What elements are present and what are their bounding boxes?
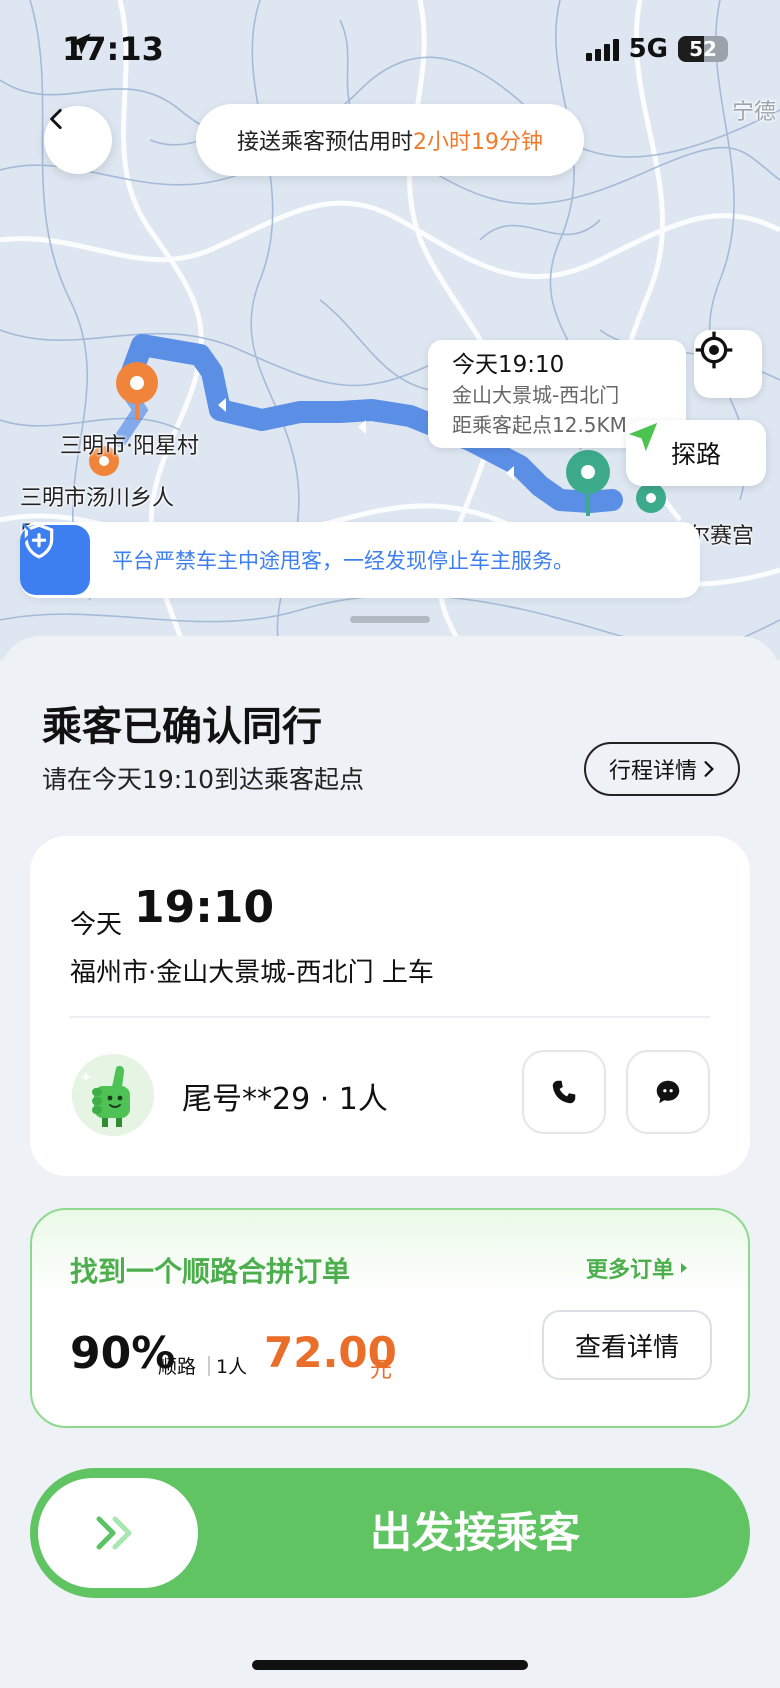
back-button[interactable] bbox=[44, 106, 112, 174]
more-orders-link[interactable]: 更多订单 bbox=[586, 1252, 688, 1284]
page-title: 乘客已确认同行 bbox=[42, 704, 322, 750]
match-label: 顺路 bbox=[158, 1356, 197, 1378]
origin-pin-icon bbox=[116, 362, 158, 420]
trip-details-label: 行程详情 bbox=[608, 759, 697, 784]
carpool-people: 1人 bbox=[216, 1356, 248, 1378]
trip-details-button[interactable]: 行程详情 bbox=[584, 742, 740, 796]
explore-route-button[interactable]: 探路 bbox=[626, 420, 766, 486]
chevron-left-icon bbox=[50, 108, 62, 130]
carpool-title: 找到一个顺路合拼订单 bbox=[70, 1255, 351, 1288]
chevron-right-icon bbox=[22, 523, 35, 543]
network-type: 5G bbox=[628, 34, 668, 64]
pickup-location: 福州市·金山大景城-西北门 上车 bbox=[70, 958, 434, 988]
safety-notice-banner[interactable]: 平台严禁车主中途甩客，一经发现停止车主服务。 bbox=[20, 522, 700, 598]
chat-bubble-icon bbox=[656, 1080, 680, 1104]
thumbs-up-mascot-icon bbox=[72, 1054, 154, 1136]
cellular-signal-icon bbox=[585, 37, 619, 61]
crosshair-icon bbox=[695, 331, 733, 369]
map-label-ningde: 宁德 bbox=[732, 100, 777, 125]
call-button[interactable] bbox=[522, 1050, 606, 1134]
callout-place: 金山大景城-西北门 bbox=[452, 383, 620, 407]
explore-label: 探路 bbox=[670, 440, 721, 469]
caret-right-icon bbox=[681, 1263, 687, 1273]
battery-level: 52 bbox=[689, 37, 717, 61]
passenger-avatar bbox=[72, 1054, 154, 1136]
locate-button[interactable] bbox=[694, 330, 762, 398]
phone-icon bbox=[552, 1080, 576, 1104]
arrival-instruction: 请在今天19:10到达乘客起点 bbox=[42, 765, 365, 794]
eta-prefix: 接送乘客预估用时 bbox=[236, 130, 413, 155]
trip-card: 今天 19:10 福州市·金山大景城-西北门 上车 尾号**29 · 1人 bbox=[30, 836, 750, 1176]
trip-sheet: 乘客已确认同行 请在今天19:10到达乘客起点 行程详情 今天 19:10 福州… bbox=[0, 636, 780, 1688]
eta-pill: 接送乘客预估用时 2小时19分钟 bbox=[196, 104, 584, 176]
notice-text: 平台严禁车主中途甩客，一经发现停止车主服务。 bbox=[112, 549, 574, 573]
pickup-time: 19:10 bbox=[134, 882, 275, 933]
map-label-tangchuan: 三明市汤川乡人 bbox=[20, 486, 175, 511]
home-indicator[interactable] bbox=[252, 1660, 528, 1670]
map-view[interactable]: 三明市·阳星村 三明市汤川乡人 民政 尔赛宫 宁德 17:13 5G 52 接送… bbox=[0, 0, 780, 660]
map-label-yangxing: 三明市·阳星村 bbox=[60, 434, 199, 459]
callout-time: 今天19:10 bbox=[452, 352, 565, 378]
status-time: 17:13 bbox=[62, 30, 164, 68]
depart-slider[interactable]: 出发接乘客 bbox=[30, 1468, 750, 1598]
status-indicators: 5G 52 bbox=[585, 34, 728, 64]
passenger-info: 尾号**29 · 1人 bbox=[182, 1082, 388, 1117]
sheet-drag-handle[interactable] bbox=[350, 616, 430, 623]
eta-value: 2小时19分钟 bbox=[413, 130, 543, 155]
slider-knob[interactable] bbox=[38, 1478, 198, 1588]
separator bbox=[208, 1356, 210, 1376]
battery-icon: 52 bbox=[678, 36, 728, 62]
pickup-day: 今天 bbox=[70, 910, 123, 940]
depart-label: 出发接乘客 bbox=[369, 1508, 580, 1557]
carpool-offer-card[interactable]: 找到一个顺路合拼订单 更多订单 90% 顺路 1人 72.00 元 查看详情 bbox=[30, 1208, 750, 1428]
location-arrow-icon bbox=[69, 33, 91, 55]
double-chevron-right-icon bbox=[96, 1516, 132, 1550]
divider bbox=[70, 1016, 710, 1018]
more-orders-label: 更多订单 bbox=[585, 1258, 674, 1283]
navigation-arrow-icon bbox=[628, 422, 658, 452]
view-details-button[interactable]: 查看详情 bbox=[542, 1310, 712, 1380]
message-button[interactable] bbox=[626, 1050, 710, 1134]
currency-unit: 元 bbox=[370, 1358, 393, 1383]
chevron-right-icon bbox=[704, 761, 714, 777]
passenger-pin-icon bbox=[636, 483, 666, 513]
